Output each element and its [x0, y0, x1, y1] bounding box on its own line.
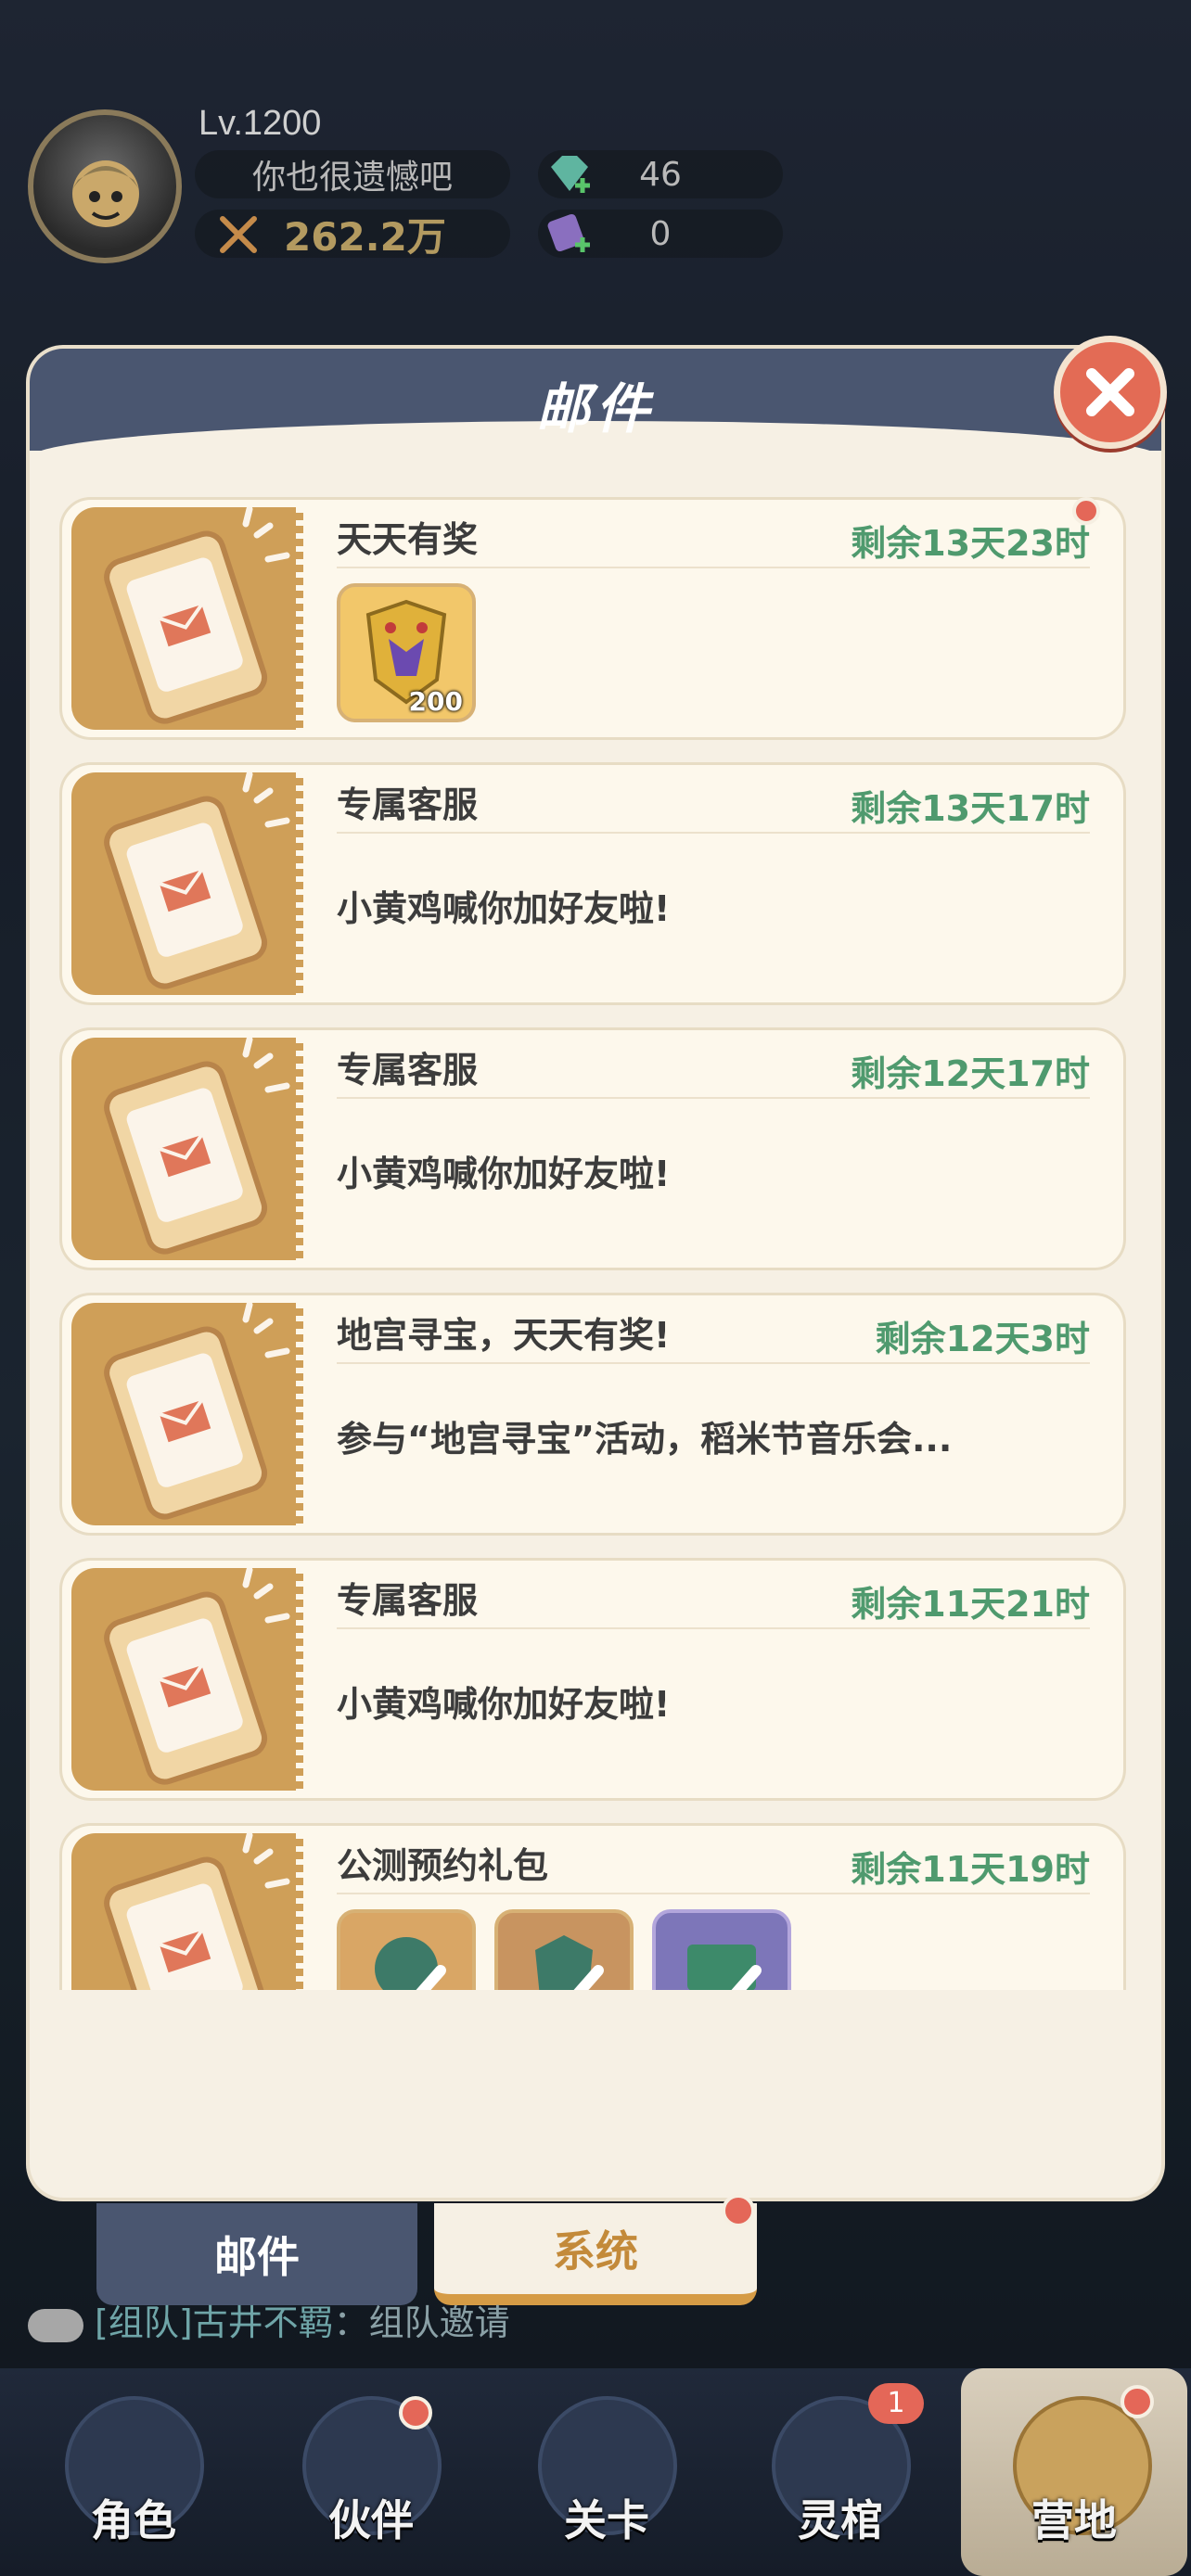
- nav-coffin-badge: 1: [868, 2383, 924, 2424]
- ticket-count: 0: [649, 214, 672, 253]
- chat-message: ：组队邀请: [333, 2302, 510, 2343]
- reward-count: 200: [408, 686, 463, 717]
- nav-label: 伙伴: [328, 2495, 414, 2545]
- reward-item-claimed: [337, 1909, 476, 1990]
- phone-mail-icon: [104, 505, 290, 724]
- divider: [337, 1097, 1090, 1099]
- nav-label: 灵棺: [798, 2495, 883, 2545]
- close-button[interactable]: [1054, 336, 1167, 449]
- reward-item[interactable]: 200: [337, 583, 476, 722]
- mail-title: 专属客服: [337, 1050, 479, 1090]
- mail-item[interactable]: 专属客服 剩余13天17时 小黄鸡喊你加好友啦!: [59, 762, 1126, 1005]
- mail-expiry: 剩余13天23时: [851, 523, 1090, 564]
- tab-system-label: 系统: [553, 2226, 638, 2276]
- power-value: 262.2万: [284, 213, 446, 260]
- tab-mail[interactable]: 邮件: [96, 2203, 417, 2305]
- nav-role[interactable]: 角色: [13, 2368, 236, 2576]
- phone-mail-icon: [104, 1566, 290, 1785]
- divider: [337, 1893, 1090, 1894]
- bottom-nav: 角色 伙伴 关卡 1 灵棺 营地: [0, 2368, 1191, 2576]
- mail-item[interactable]: 地宫寻宝，天天有奖! 剩余12天3时 参与“地宫寻宝”活动，稻米节音乐会...: [59, 1293, 1126, 1536]
- mail-list[interactable]: 天天有奖 剩余13天23时 200 专属客服 剩余13天17时 小黄鸡喊你加好友…: [59, 497, 1132, 1990]
- nav-coffin[interactable]: 1 灵棺: [720, 2368, 942, 2576]
- close-icon: [1086, 368, 1134, 416]
- reward-item-claimed: [652, 1909, 791, 1990]
- phone-mail-icon: [104, 771, 290, 989]
- mail-item[interactable]: 公测预约礼包 剩余11天19时: [59, 1823, 1126, 1990]
- mail-item[interactable]: 专属客服 剩余12天17时 小黄鸡喊你加好友啦!: [59, 1027, 1126, 1270]
- mail-expiry: 剩余12天3时: [875, 1319, 1090, 1359]
- divider: [337, 832, 1090, 834]
- tab-system[interactable]: 系统: [434, 2203, 757, 2305]
- player-avatar[interactable]: [28, 109, 182, 263]
- swords-icon: [220, 216, 257, 253]
- reward-item-claimed: [494, 1909, 634, 1990]
- mail-title: 专属客服: [337, 1580, 479, 1621]
- nav-label: 营地: [1031, 2495, 1117, 2545]
- mail-item[interactable]: 专属客服 剩余11天21时 小黄鸡喊你加好友啦!: [59, 1558, 1126, 1801]
- divider: [337, 1627, 1090, 1629]
- chat-channel: [组队]: [95, 2302, 193, 2343]
- dialog-title: 邮件: [535, 377, 655, 440]
- helmet-avatar-icon: [72, 160, 139, 227]
- gem-count: 46: [639, 155, 682, 194]
- chat-ticker[interactable]: [组队]古井不羁：组队邀请: [28, 2294, 510, 2345]
- nav-camp[interactable]: 营地: [961, 2368, 1187, 2576]
- mail-preview: 小黄鸡喊你加好友啦!: [337, 1154, 671, 1194]
- chat-sender: 古井不羁: [192, 2302, 334, 2343]
- divider: [337, 567, 1090, 568]
- gem-plus-icon: [551, 156, 590, 193]
- nav-label: 角色: [91, 2495, 176, 2545]
- player-name-pill[interactable]: 你也很遗憾吧: [195, 150, 510, 198]
- phone-mail-icon: [104, 1036, 290, 1255]
- nav-stage[interactable]: 关卡: [486, 2368, 709, 2576]
- check-icon: [535, 1935, 604, 1990]
- mail-thumbnail: [71, 1566, 303, 1791]
- nav-partner-dot: [399, 2396, 432, 2429]
- mail-title: 地宫寻宝，天天有奖!: [337, 1315, 671, 1356]
- nav-label: 关卡: [564, 2495, 649, 2545]
- divider: [337, 1362, 1090, 1364]
- power-pill: 262.2万: [195, 210, 510, 260]
- mail-expiry: 剩余11天21时: [851, 1584, 1090, 1625]
- nav-partner[interactable]: 伙伴: [250, 2368, 473, 2576]
- tab-system-unread-dot: [722, 2194, 755, 2227]
- gem-pill[interactable]: 46: [538, 150, 783, 198]
- ticket-pill[interactable]: 0: [538, 210, 783, 258]
- phone-mail-icon: [104, 1831, 290, 1990]
- mail-thumbnail: [71, 771, 303, 995]
- mail-item[interactable]: 天天有奖 剩余13天23时 200: [59, 497, 1126, 740]
- check-icon: [375, 1937, 446, 1990]
- mail-preview: 参与“地宫寻宝”活动，稻米节音乐会...: [337, 1419, 953, 1460]
- mail-expiry: 剩余13天17时: [851, 788, 1090, 829]
- mail-preview: 小黄鸡喊你加好友啦!: [337, 888, 671, 929]
- player-name: 你也很遗憾吧: [251, 159, 453, 197]
- mail-thumbnail: [71, 1301, 303, 1525]
- check-icon: [687, 1945, 762, 1990]
- nav-camp-dot: [1121, 2385, 1154, 2418]
- mail-thumbnail: [71, 1831, 303, 1990]
- mail-expiry: 剩余12天17时: [851, 1053, 1090, 1094]
- phone-mail-icon: [104, 1301, 290, 1520]
- mail-thumbnail: [71, 1036, 303, 1260]
- player-level: Lv.1200: [198, 104, 322, 143]
- ticket-plus-icon: [547, 213, 590, 252]
- tab-mail-label: 邮件: [214, 2232, 300, 2282]
- player-hud: Lv.1200 你也很遗憾吧 262.2万 46 0: [0, 0, 1191, 297]
- mail-expiry: 剩余11天19时: [851, 1849, 1090, 1890]
- mail-title: 公测预约礼包: [337, 1845, 549, 1886]
- mail-thumbnail: [71, 505, 303, 730]
- unread-dot: [1072, 497, 1100, 525]
- mail-title: 天天有奖: [337, 519, 479, 560]
- chat-bubble-icon: [28, 2308, 83, 2342]
- mail-title: 专属客服: [337, 784, 479, 825]
- mail-preview: 小黄鸡喊你加好友啦!: [337, 1684, 671, 1725]
